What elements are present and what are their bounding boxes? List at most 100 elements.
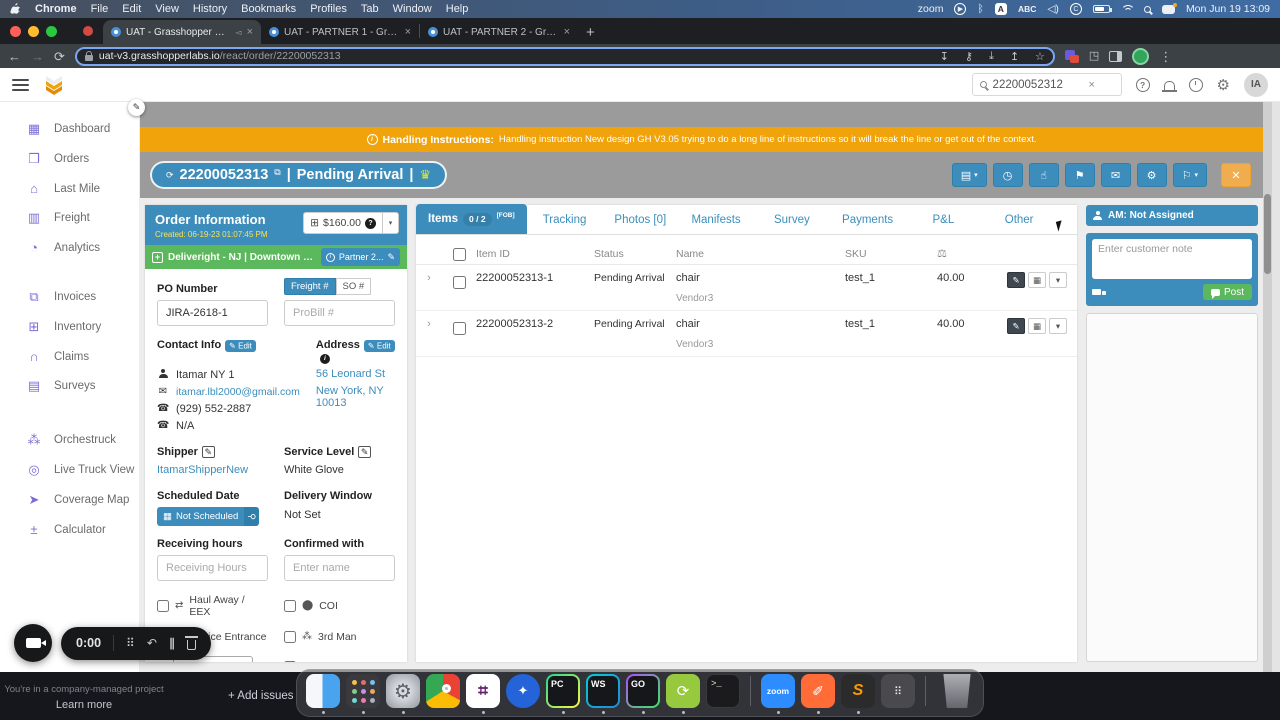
scrollbar-thumb[interactable] xyxy=(1264,194,1271,274)
col-item-id[interactable]: Item ID xyxy=(476,248,594,260)
menu-bookmarks[interactable]: Bookmarks xyxy=(241,3,296,15)
address-edit-button[interactable]: ✎ Edit xyxy=(363,339,395,352)
settings-gear-icon[interactable]: ⚙ xyxy=(1217,76,1230,94)
annotation-pencil-button[interactable]: ✎ xyxy=(128,99,145,116)
install-icon[interactable]: ⤓ xyxy=(989,50,994,63)
dock-zoom-icon[interactable]: zoom xyxy=(761,674,795,714)
extensions-puzzle-icon[interactable]: ◳ xyxy=(1089,50,1099,62)
sidebar-item-coverage-map[interactable]: ➤ Coverage Map xyxy=(0,485,139,515)
shipper-edit-icon[interactable]: ✎ xyxy=(201,445,215,458)
user-avatar[interactable]: IA xyxy=(1244,72,1268,97)
probill-input[interactable] xyxy=(284,300,395,326)
search-clear-icon[interactable]: × xyxy=(1089,79,1095,91)
expand-chevron-icon[interactable]: › xyxy=(416,318,442,330)
dock-system-preferences-icon[interactable]: ⚙ xyxy=(386,674,420,714)
sidebar-item-analytics[interactable]: ◔ Analytics xyxy=(0,233,139,262)
back-button[interactable]: ← xyxy=(8,50,21,63)
menu-view[interactable]: View xyxy=(155,3,179,15)
row-checkbox[interactable] xyxy=(452,276,466,289)
expand-chevron-icon[interactable]: › xyxy=(416,272,442,284)
sidebar-item-freight[interactable]: ▥ Freight xyxy=(0,203,139,233)
chrome-profile-avatar[interactable] xyxy=(1132,47,1150,65)
edit-item-button[interactable]: ✎ xyxy=(1007,318,1025,334)
sidebar-item-last-mile[interactable]: ⌂ Last Mile xyxy=(0,174,139,203)
col-name[interactable]: Name xyxy=(676,248,845,260)
tab-photos[interactable]: Photos [0] xyxy=(602,214,678,234)
dock-webstorm-icon[interactable]: WS xyxy=(586,674,620,714)
item-grid-button[interactable]: ▦ xyxy=(1028,272,1046,288)
window-close-button[interactable] xyxy=(10,25,21,37)
volume-icon[interactable]: ◁) xyxy=(1047,3,1059,15)
select-all-checkbox[interactable] xyxy=(452,247,466,261)
sidebar-item-inventory[interactable]: ⊞ Inventory xyxy=(0,312,139,342)
row-checkbox[interactable] xyxy=(452,322,466,335)
order-search-box[interactable]: × xyxy=(971,73,1122,96)
history-icon[interactable] xyxy=(1188,77,1203,92)
wifi-icon[interactable] xyxy=(1120,5,1135,13)
col-status[interactable]: Status xyxy=(594,248,676,260)
recorder-pause-icon[interactable]: ∥ xyxy=(169,636,175,650)
dock-trash-icon[interactable] xyxy=(943,674,971,708)
play-status-icon[interactable]: ▶ xyxy=(954,3,967,15)
menu-profiles[interactable]: Profiles xyxy=(310,3,347,15)
scheduled-date-badge[interactable]: ▦ Not Scheduled ⚲ xyxy=(157,506,259,526)
recorder-undo-icon[interactable]: ↶ xyxy=(147,636,157,650)
browser-menu-icon[interactable]: ⋮ xyxy=(1159,50,1172,63)
download-icon[interactable]: ↧ xyxy=(940,50,949,63)
service-edit-icon[interactable]: ✎ xyxy=(358,445,371,458)
password-key-icon[interactable]: ⚷ xyxy=(965,50,973,63)
menu-edit[interactable]: Edit xyxy=(122,3,141,15)
dock-goland-icon[interactable]: GO xyxy=(626,674,660,714)
sidebar-item-claims[interactable]: ∩ Claims xyxy=(0,342,139,371)
dock-keypad-app-icon[interactable]: ⠿ xyxy=(881,674,915,708)
item-more-button[interactable]: ▾ xyxy=(1049,272,1067,288)
dock-postman-icon[interactable]: ✐ xyxy=(801,674,835,714)
sidebar-item-dashboard[interactable]: ▦ Dashboard xyxy=(0,114,139,144)
user-switch-icon[interactable] xyxy=(1161,2,1177,14)
confirmed-with-input[interactable] xyxy=(284,554,395,581)
dock-pycharm-icon[interactable]: PC xyxy=(546,674,580,714)
floor-number-checkbox[interactable]: ▂▄▆ Floor Number xyxy=(284,656,395,662)
amount-help-icon[interactable]: ? xyxy=(365,217,376,229)
history-button[interactable]: ◷ xyxy=(992,163,1023,187)
address-line1-link[interactable]: 56 Leonard St xyxy=(316,368,395,380)
share-button[interactable]: ⚐ ▾ xyxy=(1172,163,1207,187)
amount-dropdown-button[interactable]: ▾ xyxy=(383,212,399,234)
menu-history[interactable]: History xyxy=(193,3,227,15)
window-minimize-button[interactable] xyxy=(28,25,39,37)
input-source-icon[interactable]: A xyxy=(994,3,1007,15)
so-number-tab[interactable]: SO # xyxy=(335,278,372,295)
tab-close-icon[interactable]: × xyxy=(247,26,253,38)
haul-away-checkbox[interactable]: ⇄ Haul Away / EEX xyxy=(157,594,268,618)
dock-blue-app-icon[interactable]: ✦ xyxy=(506,674,540,708)
tab-tracking[interactable]: Tracking xyxy=(527,214,603,234)
freight-number-tab[interactable]: Freight # xyxy=(284,278,336,295)
address-bar[interactable]: uat-v3.grasshopperlabs.io/react/order/22… xyxy=(74,46,1055,66)
sidebar-item-surveys[interactable]: ▤ Surveys xyxy=(0,371,139,401)
jam-extension-icon[interactable] xyxy=(1064,49,1079,63)
sidebar-item-invoices[interactable]: ⧉ Invoices xyxy=(0,282,139,312)
hamburger-menu-icon[interactable] xyxy=(12,78,29,91)
dock-launchpad-icon[interactable] xyxy=(346,674,380,714)
flag-button[interactable]: ⚑ xyxy=(1064,163,1095,187)
window-zoom-button[interactable] xyxy=(46,25,57,37)
receiving-hours-input[interactable] xyxy=(157,554,268,581)
tab-manifests[interactable]: Manifests xyxy=(678,214,754,234)
grasshopper-logo[interactable] xyxy=(43,75,65,95)
expand-plus-icon[interactable]: + xyxy=(152,251,163,263)
apple-menu-icon[interactable] xyxy=(10,2,21,16)
order-settings-button[interactable]: ⚙ xyxy=(1136,163,1167,187)
tab-close-icon[interactable]: × xyxy=(405,26,411,38)
tab-close-icon[interactable]: × xyxy=(564,26,570,38)
weight-scale-icon[interactable]: ⚖ xyxy=(937,247,997,260)
address-line2-link[interactable]: New York, NY 10013 xyxy=(316,385,395,409)
item-grid-button[interactable]: ▦ xyxy=(1028,318,1046,334)
tab-items[interactable]: Items 0 / 2 [FOB] xyxy=(416,204,527,234)
col-sku[interactable]: SKU xyxy=(845,248,937,260)
input-abc-label[interactable]: ABC xyxy=(1018,4,1036,14)
export-button[interactable]: ▤ ▾ xyxy=(951,163,987,187)
tab-pl[interactable]: P&L xyxy=(905,214,981,234)
close-order-button[interactable]: ✕ xyxy=(1221,163,1251,187)
edit-item-button[interactable]: ✎ xyxy=(1007,272,1025,288)
page-scrollbar[interactable] xyxy=(1263,102,1272,672)
